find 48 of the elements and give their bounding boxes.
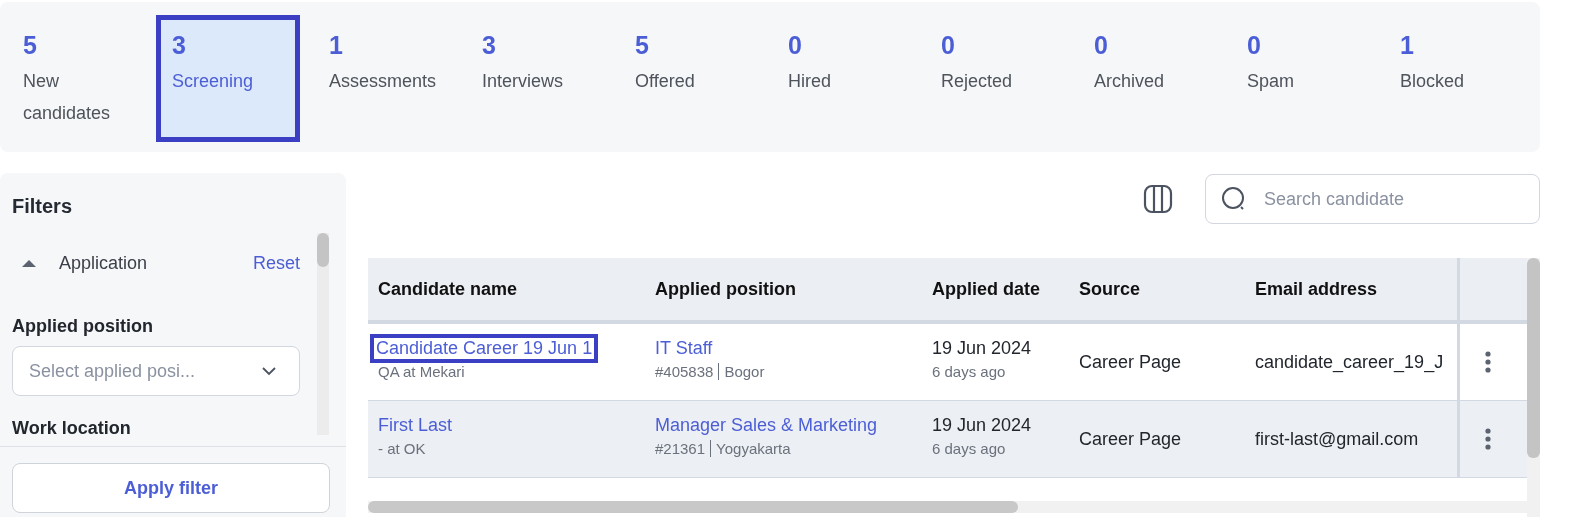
collapse-triangle-icon[interactable] <box>21 258 37 268</box>
scrollbar[interactable] <box>368 501 1527 513</box>
scrollbar[interactable] <box>317 233 329 435</box>
job-city: Yogyakarta <box>716 440 791 457</box>
column-header: Applied date <box>931 277 1041 301</box>
applied-date: 19 Jun 2024 <box>932 415 1032 436</box>
field-label: Applied position <box>12 316 154 337</box>
section-label: Application <box>59 252 149 274</box>
email-cell: first-last@gmail.com <box>1255 428 1419 450</box>
columns-icon[interactable] <box>1143 184 1173 214</box>
stage-tab[interactable]: 0 Archived <box>1074 15 1227 142</box>
reset-link[interactable]: Reset <box>252 252 300 274</box>
filters-heading: Filters <box>11 194 74 219</box>
candidate-subtitle: QA at Mekari <box>378 363 465 380</box>
stage-tab[interactable]: 0 Rejected <box>921 15 1074 142</box>
job-city: Bogor <box>724 363 765 380</box>
column-header: Candidate name <box>377 277 519 301</box>
stage-tab[interactable]: 3 Screening <box>156 15 300 142</box>
stage-tab[interactable]: 5 New candidates <box>3 15 156 142</box>
relative-date: 6 days ago <box>932 363 1006 380</box>
stage-tab[interactable]: 1 Blocked <box>1380 15 1533 142</box>
stage-tab[interactable]: 5 Offered <box>615 15 768 142</box>
job-id: #21361 <box>655 440 706 457</box>
more-options-icon[interactable] <box>1485 428 1491 450</box>
scrollbar[interactable] <box>1527 258 1540 517</box>
stage-tab[interactable]: 1 Assessments <box>309 15 462 142</box>
position-link[interactable]: IT Staff <box>655 338 713 359</box>
search-icon <box>1221 186 1247 212</box>
position-link[interactable]: Manager Sales & Marketing <box>655 415 878 436</box>
email-cell: candidate_career_19_J <box>1255 351 1444 373</box>
source-cell: Career Page <box>1079 351 1182 373</box>
more-options-icon[interactable] <box>1485 351 1491 373</box>
job-id: #405838 <box>655 363 714 380</box>
column-header: Applied position <box>654 277 797 301</box>
applied-date: 19 Jun 2024 <box>932 338 1032 359</box>
column-header: Email address <box>1254 277 1379 301</box>
field-label: Work location <box>12 418 132 435</box>
stage-tab[interactable]: 3 Interviews <box>462 15 615 142</box>
search-field[interactable]: Search candidate <box>1205 174 1540 224</box>
apply-filter-button[interactable]: Apply filter <box>12 463 330 513</box>
chevron-down-icon <box>261 366 277 376</box>
relative-date: 6 days ago <box>932 440 1006 457</box>
source-cell: Career Page <box>1079 428 1182 450</box>
stage-tab[interactable]: 0 Spam <box>1227 15 1380 142</box>
candidate-subtitle: - at OK <box>378 440 426 457</box>
column-header: Source <box>1078 277 1142 301</box>
stage-tab[interactable]: 0 Hired <box>768 15 921 142</box>
candidate-name-link[interactable]: First Last <box>378 415 452 436</box>
